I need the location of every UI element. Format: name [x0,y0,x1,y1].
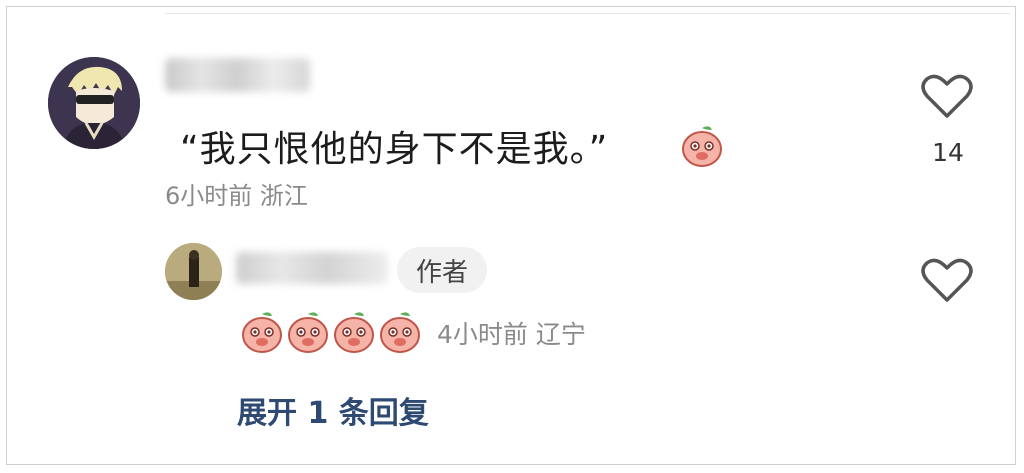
commenter-avatar[interactable] [48,57,140,149]
like-count: 14 [932,138,964,167]
divider [165,13,1010,14]
comment-body: “我只恨他的身下不是我。” [180,129,609,170]
peach-face-emoji [288,312,328,353]
replier-name-blurred[interactable] [236,252,388,284]
avatar-photo [165,243,222,300]
commenter-name-blurred[interactable] [165,58,310,92]
comment-text: “我只恨他的身下不是我。” [180,120,608,172]
comment-thread-panel [6,6,1016,465]
expand-replies-link[interactable]: 展开 1 条回复 [237,388,429,432]
peach-face-emoji [242,312,282,353]
reply-time-location: 4小时前 辽宁 [437,320,586,349]
comment-time-location: 6小时前 浙江 [165,182,308,210]
peach-face-emoji [682,126,722,167]
replier-avatar[interactable] [165,243,222,300]
peach-face-emoji [334,312,374,353]
heart-outline-icon[interactable] [921,256,973,304]
avatar-illustration [48,57,140,149]
heart-outline-icon[interactable] [921,72,973,120]
author-badge: 作者 [397,247,487,293]
peach-face-emoji [380,312,420,353]
